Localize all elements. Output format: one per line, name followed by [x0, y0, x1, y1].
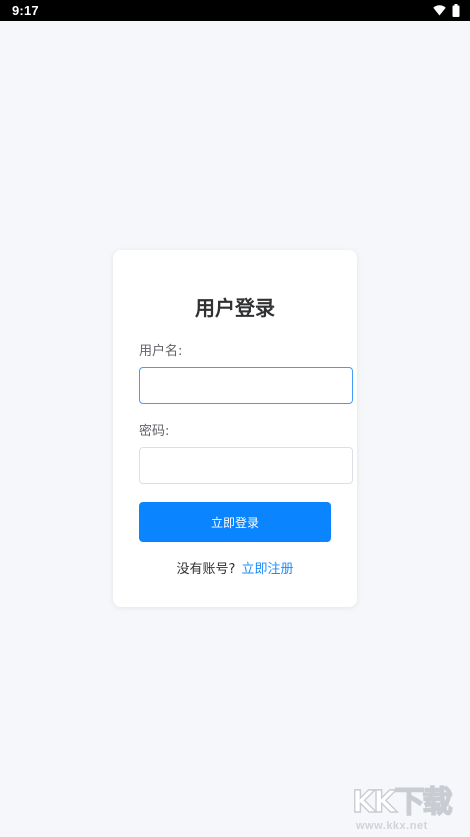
register-row: 没有账号? 立即注册 — [113, 561, 357, 579]
password-label: 密码: — [139, 424, 170, 439]
no-account-text: 没有账号? — [176, 562, 236, 577]
username-input[interactable] — [139, 367, 353, 404]
wifi-icon — [433, 5, 446, 16]
username-label: 用户名: — [139, 344, 183, 359]
status-icons — [433, 4, 460, 17]
watermark-logo: KK下载 — [352, 784, 455, 820]
watermark: KK下载 www.kkx.net — [352, 780, 462, 836]
page-title: 用户登录 — [195, 296, 275, 320]
battery-icon — [452, 4, 460, 17]
watermark-url: www.kkx.net — [356, 820, 428, 832]
login-button[interactable]: 立即登录 — [139, 502, 331, 542]
status-bar: 9:17 — [0, 0, 470, 21]
register-link[interactable]: 立即注册 — [241, 562, 293, 577]
svg-text:KK下载: KK下载 — [352, 785, 452, 820]
login-card: 用户登录 用户名: 密码: 立即登录 没有账号? 立即注册 — [113, 250, 357, 607]
password-input[interactable] — [139, 447, 353, 484]
status-time: 9:17 — [12, 3, 39, 18]
